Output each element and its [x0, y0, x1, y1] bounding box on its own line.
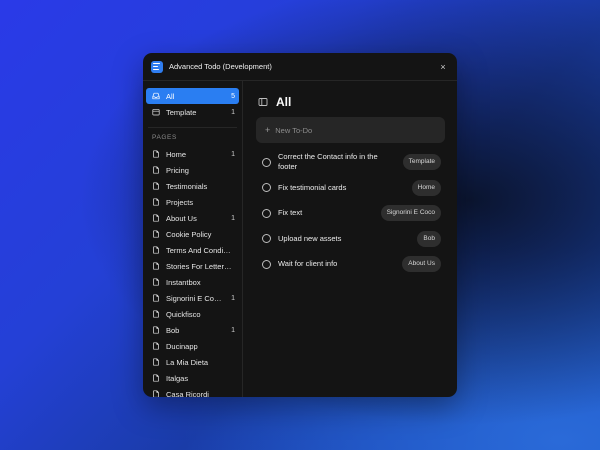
document-icon: [153, 326, 159, 334]
plus-icon: +: [265, 125, 271, 135]
todo-checkbox[interactable]: [262, 208, 271, 218]
document-icon: [153, 166, 159, 174]
sidebar-item-label: Italgas: [166, 373, 189, 383]
document-icon: [153, 230, 159, 238]
todo-checkbox[interactable]: [262, 183, 271, 192]
new-todo-input[interactable]: + New To-Do: [256, 117, 445, 143]
todo-tag[interactable]: Bob: [417, 230, 441, 247]
sidebar-page-item[interactable]: Home 1: [146, 146, 239, 162]
todo-item[interactable]: Wait for client info About Us: [256, 254, 445, 274]
document-icon: [153, 182, 159, 190]
sidebar-item-count: 1: [231, 214, 235, 222]
todo-list: Correct the Contact info in the footer Te…: [256, 152, 445, 274]
sidebar-page-item[interactable]: Quickfisco: [146, 306, 239, 322]
main-panel: All + New To-Do Correct the Contact info…: [243, 81, 457, 397]
todo-item[interactable]: Correct the Contact info in the footer Te…: [256, 152, 445, 172]
todo-tag[interactable]: About Us: [402, 256, 441, 272]
document-icon: [153, 358, 159, 366]
sidebar-page-item[interactable]: Signorini E Co… 1: [146, 290, 239, 306]
todo-text: Fix testimonial cards: [278, 182, 347, 192]
document-icon: [153, 214, 159, 222]
sidebar-page-item[interactable]: Projects: [146, 194, 239, 210]
document-icon: [153, 390, 159, 397]
document-icon: [153, 374, 159, 382]
sidebar-page-item[interactable]: Italgas: [146, 370, 239, 386]
todo-tag[interactable]: Home: [411, 179, 441, 196]
sidebar-item-count: 1: [231, 150, 235, 158]
sidebar-item-label: Signorini E Co…: [166, 293, 222, 303]
new-todo-placeholder: New To-Do: [275, 125, 313, 135]
sidebar-item-label: Quickfisco: [166, 309, 201, 319]
sidebar-item-count: 1: [231, 108, 235, 116]
sidebar-item-label: Testimonials: [166, 181, 208, 191]
title-bar: Advanced Todo (Development) ×: [143, 53, 457, 81]
sidebar-page-item[interactable]: Terms And Condi…: [146, 242, 239, 258]
sidebar-page-item[interactable]: Instantbox: [146, 274, 239, 290]
sidebar-item-label: Terms And Condi…: [166, 245, 231, 255]
document-icon: [153, 262, 159, 270]
sidebar-item-label: All: [166, 91, 175, 101]
todo-text: Fix text: [278, 208, 303, 217]
sidebar-item-label: Ducinapp: [166, 341, 198, 351]
document-icon: [153, 198, 159, 206]
todo-tag[interactable]: Template: [402, 154, 441, 170]
todo-item[interactable]: Fix text Signorini E Coco: [256, 203, 445, 223]
main-header: All: [256, 93, 445, 111]
todo-text: Upload new assets: [278, 233, 342, 243]
sidebar-page-item[interactable]: Cookie Policy: [146, 226, 239, 242]
app-logo-icon: [151, 60, 163, 73]
sidebar-item-label: Stories For Letter…: [166, 261, 232, 271]
todo-tag[interactable]: Signorini E Coco: [380, 205, 441, 221]
sidebar-page-item[interactable]: Ducinapp: [146, 338, 239, 354]
sidebar-divider: [148, 127, 237, 128]
sidebar-item-label: Projects: [166, 197, 194, 207]
window-title: Advanced Todo (Development): [169, 62, 272, 71]
sidebar-item-label: Cookie Policy: [166, 229, 212, 239]
sidebar-item-count: 1: [231, 294, 235, 302]
sidebar-item-label: About Us: [166, 213, 197, 223]
sidebar-page-item[interactable]: Stories For Letter…: [146, 258, 239, 274]
todo-checkbox[interactable]: [262, 234, 271, 243]
sidebar-item-label: Bob: [166, 325, 180, 335]
sidebar-item-all[interactable]: All 5: [146, 88, 239, 104]
sidebar-page-item[interactable]: Casa Ricordi: [146, 386, 239, 397]
sidebar-page-item[interactable]: About Us 1: [146, 210, 239, 226]
sidebar-item-count: 5: [231, 92, 235, 100]
document-icon: [153, 150, 159, 158]
sidebar-item-label: Instantbox: [166, 277, 201, 287]
sidebar-item-label: Template: [166, 107, 197, 117]
page-title: All: [276, 95, 292, 109]
sidebar-item-count: 1: [231, 326, 235, 334]
document-icon: [153, 342, 159, 350]
document-icon: [153, 246, 159, 254]
todo-item[interactable]: Upload new assets Bob: [256, 229, 445, 249]
sidebar-item-label: La Mia Dieta: [166, 357, 209, 367]
sidebar-item-template[interactable]: Template 1: [146, 104, 239, 120]
pages-section-label: PAGES: [152, 134, 177, 141]
sidebar: All 5 Template 1 PAGES Home 1 Pricing Testi…: [143, 81, 243, 397]
sidebar-page-item[interactable]: Pricing: [146, 162, 239, 178]
todo-item[interactable]: Fix testimonial cards Home: [256, 178, 445, 198]
inbox-icon: [152, 92, 160, 100]
app-window: Advanced Todo (Development) × All 5 Temp…: [143, 53, 457, 397]
sidebar-page-item[interactable]: La Mia Dieta: [146, 354, 239, 370]
todo-text: Wait for client info: [278, 259, 338, 268]
sidebar-toggle-icon[interactable]: [258, 97, 268, 107]
calendar-icon: [152, 109, 160, 116]
sidebar-item-label: Pricing: [166, 165, 189, 175]
todo-text: Correct the Contact info in the footer: [278, 152, 378, 171]
sidebar-item-label: Casa Ricordi: [166, 389, 209, 398]
close-button[interactable]: ×: [437, 62, 449, 72]
pages-list: Home 1 Pricing Testimonials Projects About Us…: [146, 146, 239, 397]
sidebar-page-item[interactable]: Bob 1: [146, 322, 239, 338]
todo-checkbox[interactable]: [262, 157, 271, 167]
document-icon: [153, 310, 159, 318]
document-icon: [153, 294, 159, 302]
sidebar-page-item[interactable]: Testimonials: [146, 178, 239, 194]
sidebar-item-label: Home: [166, 149, 187, 159]
document-icon: [153, 278, 159, 286]
todo-checkbox[interactable]: [262, 259, 271, 269]
